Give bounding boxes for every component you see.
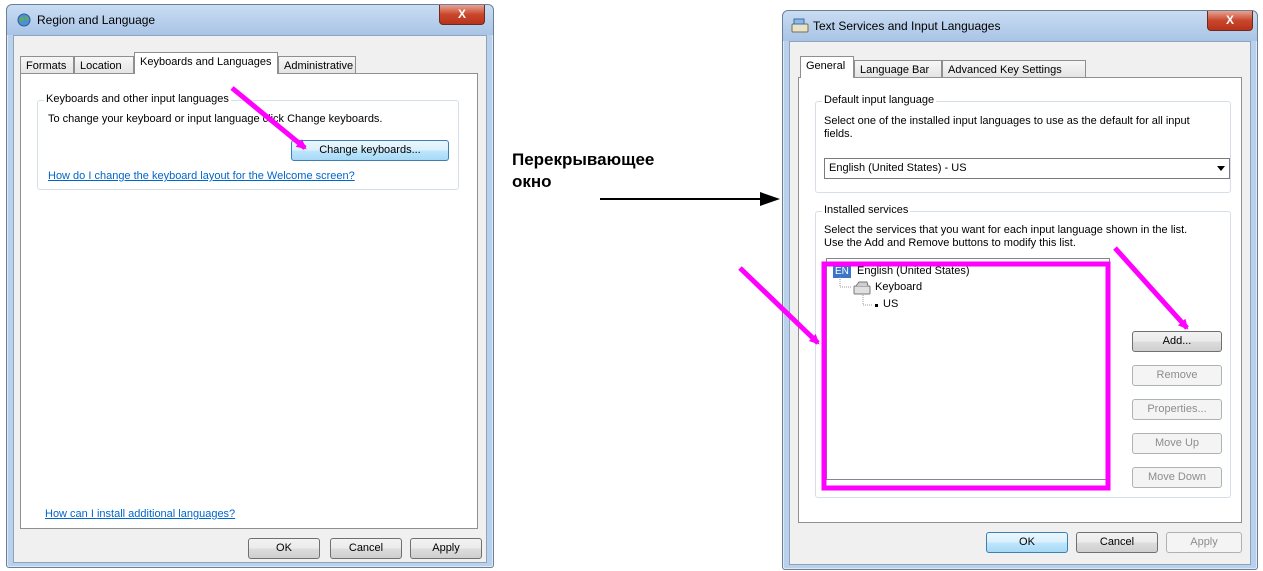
magenta-arrow-tree (738, 266, 820, 345)
tab-keyboards-and-languages[interactable]: Keyboards and Languages (134, 52, 278, 74)
magenta-arrow-left (230, 86, 307, 150)
magenta-highlight-box (821, 261, 1111, 491)
magenta-arrow-add (1113, 246, 1189, 330)
tab-general[interactable]: General (800, 56, 854, 78)
highlight-overlay (230, 86, 1189, 491)
